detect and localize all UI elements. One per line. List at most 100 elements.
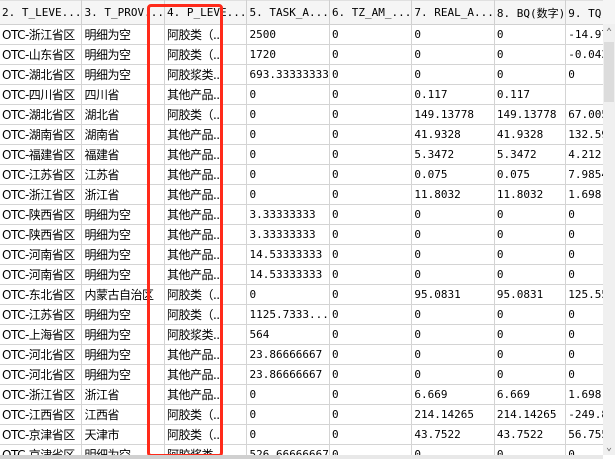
table-cell[interactable]: 132.5922 xyxy=(565,124,603,145)
table-cell[interactable]: 0 xyxy=(493,444,567,455)
table-cell[interactable]: 其他产品... xyxy=(163,244,248,265)
table-cell[interactable]: 明细为空 xyxy=(81,344,165,365)
table-cell[interactable]: 其他产品... xyxy=(163,384,248,405)
table-cell[interactable]: 明细为空 xyxy=(81,224,165,245)
table-cell[interactable]: 1720 xyxy=(246,44,330,65)
table-cell[interactable] xyxy=(565,84,603,105)
table-cell[interactable]: 0 xyxy=(493,64,567,85)
table-cell[interactable]: 0 xyxy=(328,204,413,225)
table-cell[interactable]: 11.8032 xyxy=(493,184,567,205)
table-row[interactable]: OTC-江苏省区 明细为空 阿胶类（... 1125.7333... 0 0 0 0 xyxy=(0,304,603,325)
table-cell[interactable]: 43.7522 xyxy=(493,424,567,445)
table-cell[interactable]: OTC-江西省区 xyxy=(0,404,83,425)
table-cell[interactable]: 0 xyxy=(493,324,567,345)
table-cell[interactable]: 95.0831 xyxy=(493,284,567,305)
table-cell[interactable]: OTC-浙江省区 xyxy=(0,384,83,405)
table-row[interactable]: OTC-山东省区明细为空阿胶类（...1720000-0.04335 xyxy=(0,44,603,65)
table-cell[interactable]: OTC-湖南省区 xyxy=(0,124,83,145)
table-cell[interactable]: 明细为空 xyxy=(81,444,165,455)
table-cell[interactable]: 0.117 xyxy=(411,84,495,105)
table-cell[interactable]: 0.075 xyxy=(411,164,495,185)
table-cell[interactable]: 5.3472 xyxy=(493,144,567,165)
table-cell[interactable]: 0 xyxy=(328,104,413,125)
table-cell[interactable]: OTC-东北省区 xyxy=(0,284,83,305)
column-header[interactable]: 2. T_LEVE... xyxy=(0,0,83,25)
table-row[interactable]: OTC-京津省区天津市阿胶类（...0043.752243.752256.755… xyxy=(0,424,603,445)
table-cell[interactable]: 693.33333333 xyxy=(246,64,330,85)
table-cell[interactable]: 0 xyxy=(328,424,413,445)
table-cell[interactable]: 0 xyxy=(328,64,413,85)
table-cell[interactable]: 阿胶类（... xyxy=(163,304,248,325)
table-cell[interactable]: 阿胶类（... xyxy=(163,404,248,425)
table-cell[interactable]: 其他产品... xyxy=(163,264,248,285)
table-cell[interactable]: OTC-山东省区 xyxy=(0,44,83,65)
table-cell[interactable]: 14.53333333 xyxy=(246,264,330,285)
table-cell[interactable]: 0 xyxy=(411,344,495,365)
table-cell[interactable]: 0 xyxy=(328,444,413,455)
table-cell[interactable]: OTC-上海省区 xyxy=(0,324,83,345)
column-header[interactable]: 9. TQ(数字) xyxy=(565,0,603,25)
table-cell[interactable]: 149.13778 xyxy=(411,104,495,125)
table-cell[interactable]: 0 xyxy=(246,164,330,185)
scroll-up-icon[interactable]: ⌃ xyxy=(603,26,615,40)
table-cell[interactable]: 其他产品... xyxy=(163,184,248,205)
table-cell[interactable]: 0 xyxy=(565,304,603,325)
table-cell[interactable]: 0 xyxy=(328,384,413,405)
table-row[interactable]: OTC-河南省区 明细为空 其他产品... 14.53333333 0 0 0 0 xyxy=(0,264,603,285)
table-cell[interactable]: 1.698 xyxy=(565,184,603,205)
table-cell[interactable]: 0 xyxy=(411,324,495,345)
table-cell[interactable]: 0 xyxy=(565,224,603,245)
table-row[interactable]: OTC-湖北省区 湖北省 阿胶类（... 0 0 149.13778 149.13778 67… xyxy=(0,104,603,125)
table-cell[interactable]: -0.04335 xyxy=(565,44,603,65)
table-cell[interactable]: 阿胶浆类... xyxy=(163,324,248,345)
table-cell[interactable]: 56.75575 xyxy=(565,424,603,445)
table-cell[interactable]: 0 xyxy=(411,244,495,265)
table-cell[interactable]: 0 xyxy=(411,224,495,245)
table-cell[interactable]: 0 xyxy=(328,224,413,245)
table-cell[interactable]: 阿胶类（... xyxy=(163,104,248,125)
table-cell[interactable]: 0 xyxy=(328,124,413,145)
table-cell[interactable]: 0 xyxy=(246,184,330,205)
table-cell[interactable]: 11.8032 xyxy=(411,184,495,205)
table-row[interactable]: OTC-浙江省区明细为空阿胶类（...2500000-14.976 xyxy=(0,24,603,45)
table-cell[interactable]: 0 xyxy=(246,144,330,165)
table-cell[interactable]: 23.86666667 xyxy=(246,364,330,385)
table-cell[interactable]: 0 xyxy=(246,284,330,305)
table-cell[interactable]: 0 xyxy=(328,324,413,345)
table-cell[interactable]: 四川省 xyxy=(81,84,165,105)
table-cell[interactable]: 41.9328 xyxy=(411,124,495,145)
scroll-down-icon[interactable]: ⌄ xyxy=(603,441,615,455)
table-cell[interactable]: 5.3472 xyxy=(411,144,495,165)
column-header[interactable]: 5. TASK_A... xyxy=(246,0,330,25)
table-cell[interactable]: 明细为空 xyxy=(81,364,165,385)
table-cell[interactable]: 0 xyxy=(328,304,413,325)
table-cell[interactable]: 0 xyxy=(493,44,567,65)
table-cell[interactable]: 3.33333333 xyxy=(246,204,330,225)
table-cell[interactable]: OTC-京津省区 xyxy=(0,444,83,455)
table-cell[interactable]: 明细为空 xyxy=(81,264,165,285)
table-row[interactable]: OTC-浙江省区 浙江省 其他产品... 0 0 11.8032 11.8032 1.698 xyxy=(0,184,603,205)
table-cell[interactable]: 其他产品... xyxy=(163,144,248,165)
table-cell[interactable]: 明细为空 xyxy=(81,244,165,265)
table-cell[interactable]: 7.9854 xyxy=(565,164,603,185)
table-row[interactable]: OTC-陕西省区 明细为空 其他产品... 3.33333333 0 0 0 0 xyxy=(0,224,603,245)
table-cell[interactable]: 阿胶类（... xyxy=(163,24,248,45)
table-cell[interactable]: 阿胶浆类... xyxy=(163,64,248,85)
table-cell[interactable]: 0 xyxy=(493,244,567,265)
table-cell[interactable]: 0 xyxy=(565,244,603,265)
table-cell[interactable]: 0 xyxy=(328,404,413,425)
table-cell[interactable]: OTC-河北省区 xyxy=(0,344,83,365)
table-cell[interactable]: 0 xyxy=(246,424,330,445)
horizontal-scrollbar-thumb[interactable] xyxy=(0,455,280,459)
table-row[interactable]: OTC-浙江省区 浙江省 其他产品... 0 0 6.669 6.669 1.698 xyxy=(0,384,603,405)
table-cell[interactable]: OTC-浙江省区 xyxy=(0,184,83,205)
table-cell[interactable]: 95.0831 xyxy=(411,284,495,305)
table-cell[interactable]: OTC-湖北省区 xyxy=(0,104,83,125)
table-cell[interactable]: OTC-江苏省区 xyxy=(0,304,83,325)
table-cell[interactable]: 0 xyxy=(493,344,567,365)
table-row[interactable]: OTC-陕西省区 明细为空 其他产品... 3.33333333 0 0 0 0 xyxy=(0,204,603,225)
table-row[interactable]: OTC-湖北省区 明细为空 阿胶浆类... 693.33333333 0 0 0 0 xyxy=(0,64,603,85)
table-cell[interactable]: 0 xyxy=(328,184,413,205)
table-row[interactable]: OTC-河南省区 明细为空 其他产品... 14.53333333 0 0 0 0 xyxy=(0,244,603,265)
table-cell[interactable]: 3.33333333 xyxy=(246,224,330,245)
